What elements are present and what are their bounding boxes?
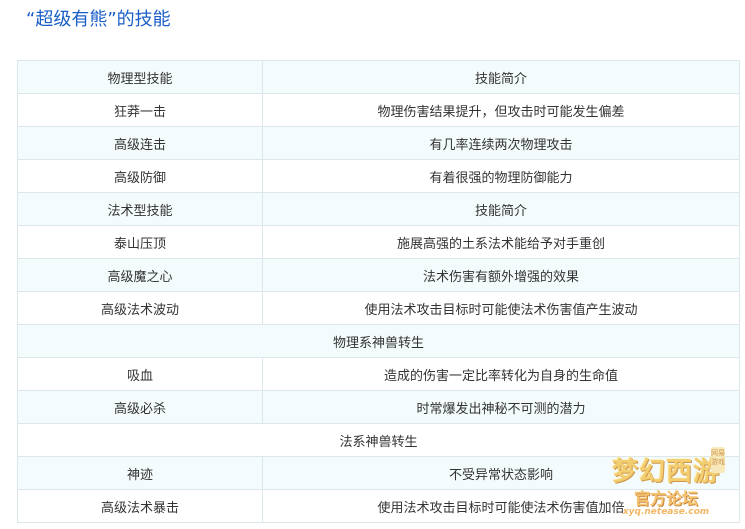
table-row: 泰山压顶 施展高强的土系法术能给予对手重创: [17, 225, 740, 259]
skill-name-cell: 神迹: [17, 456, 263, 490]
table-row: 狂莽一击 物理伤害结果提升，但攻击时可能发生偏差: [17, 93, 740, 127]
table-row: 吸血 造成的伤害一定比率转化为自身的生命值: [17, 357, 740, 391]
table-row: 高级防御 有着很强的物理防御能力: [17, 159, 740, 193]
skill-name-cell: 物理型技能: [17, 60, 263, 94]
skill-desc-cell: 时常爆发出神秘不可测的潜力: [262, 390, 740, 424]
skill-desc-cell: 技能简介: [262, 60, 740, 94]
skill-desc-cell: 使用法术攻击目标时可能使法术伤害值产生波动: [262, 291, 740, 325]
skill-desc-cell: 物理伤害结果提升，但攻击时可能发生偏差: [262, 93, 740, 127]
skill-desc-cell: 施展高强的土系法术能给予对手重创: [262, 225, 740, 259]
section-header-cell: 法系神兽转生: [17, 423, 740, 457]
table-row: 高级连击 有几率连续两次物理攻击: [17, 126, 740, 160]
table-row: 高级法术波动 使用法术攻击目标时可能使法术伤害值产生波动: [17, 291, 740, 325]
table-row: 高级魔之心 法术伤害有额外增强的效果: [17, 258, 740, 292]
table-row: 法术型技能 技能简介: [17, 192, 740, 226]
skill-name-cell: 高级魔之心: [17, 258, 263, 292]
skill-table-body: 物理型技能 技能简介 狂莽一击 物理伤害结果提升，但攻击时可能发生偏差 高级连击 有几率连…: [17, 60, 740, 523]
skill-name-cell: 狂莽一击: [17, 93, 263, 127]
skill-desc-cell: 有着很强的物理防御能力: [262, 159, 740, 193]
skill-name-cell: 高级防御: [17, 159, 263, 193]
section-header-cell: 物理系神兽转生: [17, 324, 740, 358]
table-row: 高级法术暴击 使用法术攻击目标时可能使法术伤害值加倍: [17, 489, 740, 523]
table-row: 物理型技能 技能简介: [17, 60, 740, 94]
skill-name-cell: 高级必杀: [17, 390, 263, 424]
page-title: “超级有熊”的技能: [26, 9, 171, 30]
skill-desc-cell: 法术伤害有额外增强的效果: [262, 258, 740, 292]
table-section-row: 法系神兽转生: [17, 423, 740, 457]
skill-desc-cell: 不受异常状态影响: [262, 456, 740, 490]
skill-name-cell: 高级法术波动: [17, 291, 263, 325]
table-row: 高级必杀 时常爆发出神秘不可测的潜力: [17, 390, 740, 424]
skill-name-cell: 高级连击: [17, 126, 263, 160]
table-section-row: 物理系神兽转生: [17, 324, 740, 358]
skill-name-cell: 高级法术暴击: [17, 489, 263, 523]
skill-desc-cell: 技能简介: [262, 192, 740, 226]
skill-name-cell: 吸血: [17, 357, 263, 391]
skill-name-cell: 泰山压顶: [17, 225, 263, 259]
skill-table: 物理型技能 技能简介 狂莽一击 物理伤害结果提升，但攻击时可能发生偏差 高级连击 有几率连…: [17, 60, 740, 523]
skill-desc-cell: 使用法术攻击目标时可能使法术伤害值加倍: [262, 489, 740, 523]
skill-desc-cell: 造成的伤害一定比率转化为自身的生命值: [262, 357, 740, 391]
skill-desc-cell: 有几率连续两次物理攻击: [262, 126, 740, 160]
skill-name-cell: 法术型技能: [17, 192, 263, 226]
table-row: 神迹 不受异常状态影响: [17, 456, 740, 490]
